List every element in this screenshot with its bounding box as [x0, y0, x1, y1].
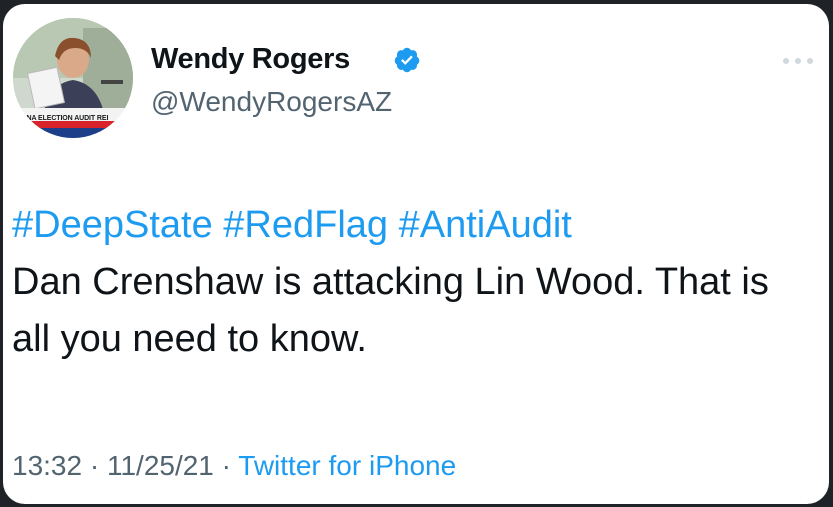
- avatar[interactable]: ZONA ELECTION AUDIT REI: [13, 18, 133, 138]
- hashtag-link[interactable]: #AntiAudit: [399, 204, 572, 246]
- tweet-text: Dan Crenshaw is attacking Lin Wood. That…: [12, 261, 769, 360]
- meta-separator: ·: [89, 450, 100, 481]
- tweet-source-link[interactable]: Twitter for iPhone: [238, 450, 456, 481]
- tweet-date[interactable]: 11/25/21: [107, 450, 214, 481]
- display-name[interactable]: Wendy Rogers: [151, 43, 350, 76]
- hashtag-line: #DeepState #RedFlag #AntiAudit: [12, 197, 812, 254]
- hashtag-link[interactable]: #DeepState: [12, 204, 213, 246]
- hashtag-link[interactable]: #RedFlag: [223, 204, 388, 246]
- tweet-meta: 13:32 · 11/25/21 · Twitter for iPhone: [12, 450, 456, 482]
- meta-separator: ·: [221, 450, 231, 481]
- tweet-body: #DeepState #RedFlag #AntiAudit Dan Crens…: [12, 197, 812, 368]
- verified-badge-icon: [394, 47, 420, 73]
- avatar-caption: ZONA ELECTION AUDIT REI: [17, 115, 109, 122]
- tweet-card[interactable]: ZONA ELECTION AUDIT REI Wendy Rogers @We…: [3, 4, 829, 504]
- author-handle[interactable]: @WendyRogersAZ: [151, 86, 392, 118]
- tweet-time[interactable]: 13:32: [12, 450, 82, 481]
- more-options-icon[interactable]: [778, 55, 818, 67]
